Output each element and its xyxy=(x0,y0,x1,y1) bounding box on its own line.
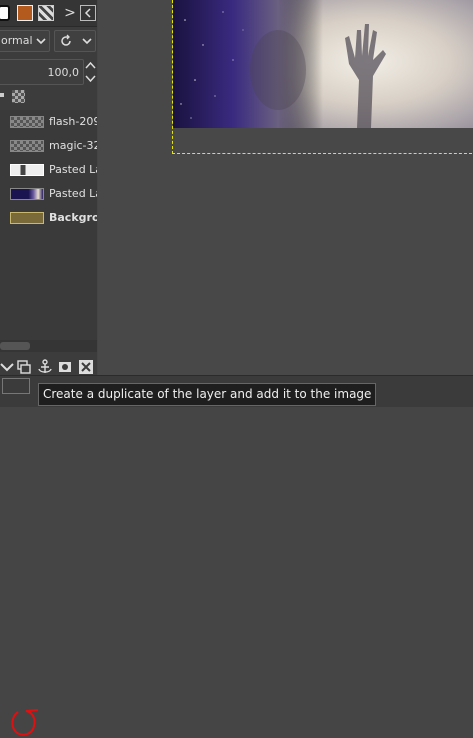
chevron-down-icon xyxy=(82,38,92,45)
layer-mode-label: ormal xyxy=(1,34,33,47)
anchor-icon[interactable] xyxy=(36,358,54,376)
composite-mode-dropdown[interactable] xyxy=(54,30,96,52)
opacity-value: 100,0 xyxy=(47,66,80,79)
reset-mode-icon xyxy=(61,34,71,46)
dock-tab-bar: > xyxy=(0,0,97,27)
duplicate-layer-icon[interactable] xyxy=(15,358,33,376)
layer-name: Pasted La xyxy=(49,163,97,176)
layer-row[interactable]: magic-32 xyxy=(0,134,97,158)
delete-layer-icon[interactable] xyxy=(77,358,95,376)
dock-menu-icon[interactable] xyxy=(80,5,96,21)
status-field[interactable] xyxy=(2,378,30,394)
layer-mask-icon[interactable] xyxy=(56,358,74,376)
layer-name: Backgro xyxy=(49,211,97,224)
opacity-field[interactable]: 100,0 xyxy=(0,59,84,85)
layer-row[interactable]: Pasted La xyxy=(0,182,97,206)
layer-list: flash-209 magic-32 Pasted La Pasted La B… xyxy=(0,110,97,340)
layer-name: Pasted La xyxy=(49,187,97,200)
layer-name: flash-209 xyxy=(49,115,97,128)
selection-border xyxy=(172,0,472,154)
annotation-circle-icon xyxy=(11,709,39,736)
mode-row: ormal xyxy=(0,28,97,54)
scrollbar-thumb[interactable] xyxy=(0,342,30,350)
brushes-tab-icon[interactable] xyxy=(38,5,54,21)
patterns-tab-icon[interactable] xyxy=(17,5,33,21)
chevron-down-icon[interactable] xyxy=(0,358,16,376)
layer-row[interactable]: flash-209 xyxy=(0,110,97,134)
layer-name: magic-32 xyxy=(49,139,97,152)
layer-thumbnail xyxy=(10,188,44,200)
opacity-stepper[interactable] xyxy=(84,59,97,85)
layer-thumbnail xyxy=(10,212,44,224)
layer-thumbnail xyxy=(10,140,44,152)
opacity-row: 100,0 xyxy=(0,57,97,85)
layer-thumbnail xyxy=(10,116,44,128)
layer-row[interactable]: Backgro xyxy=(0,206,97,230)
layers-tab-icon[interactable] xyxy=(0,5,10,21)
lock-pixels-icon[interactable] xyxy=(0,93,4,97)
layer-thumbnail xyxy=(10,164,44,176)
layer-row[interactable]: Pasted La xyxy=(0,158,97,182)
tooltip: Create a duplicate of the layer and add … xyxy=(38,383,377,406)
lock-row xyxy=(0,87,97,107)
chevron-right-icon[interactable]: > xyxy=(62,5,78,21)
layer-mode-dropdown[interactable]: ormal xyxy=(0,30,50,52)
lock-alpha-icon[interactable] xyxy=(12,90,25,103)
chevron-down-icon xyxy=(36,38,46,45)
